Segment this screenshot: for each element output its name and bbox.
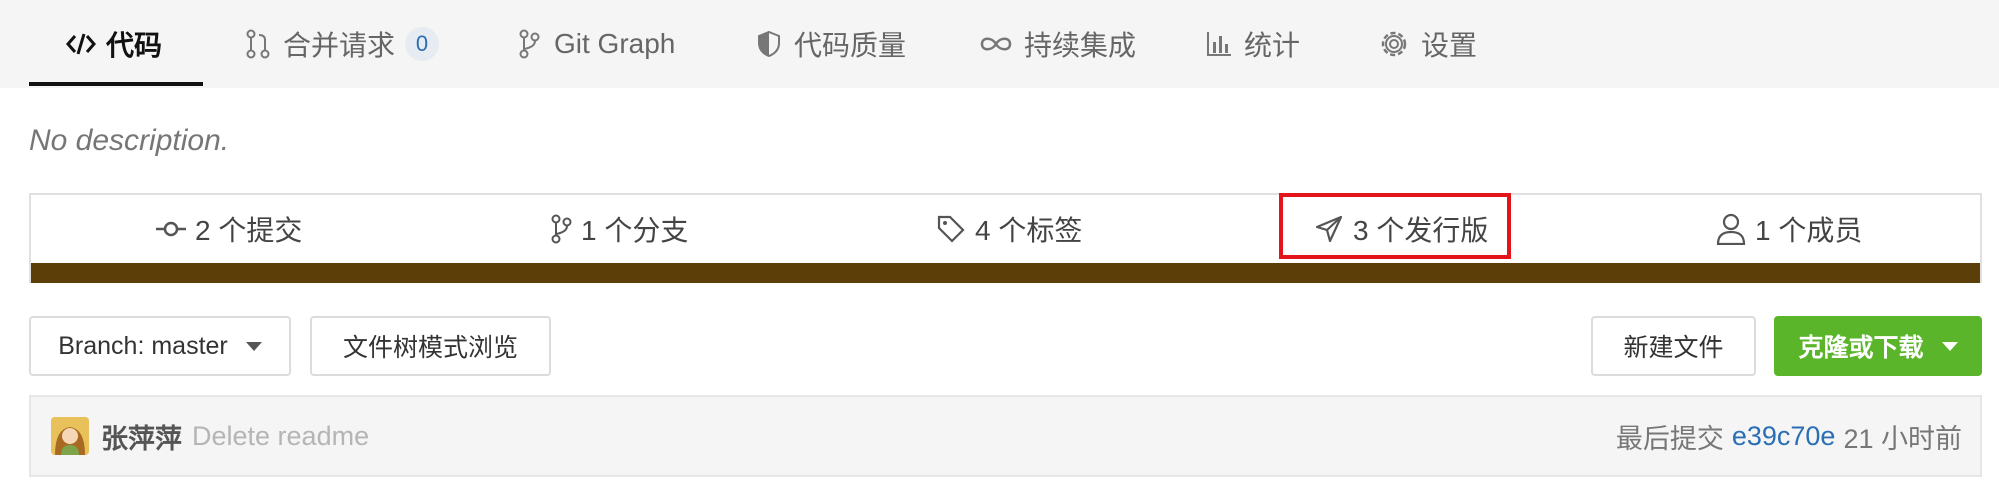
pull-request-icon	[243, 29, 273, 59]
tab-label: Git Graph	[554, 28, 676, 59]
git-branch-icon	[514, 29, 544, 59]
tab-code-quality[interactable]: 代码质量	[754, 0, 906, 88]
releases-highlight-box	[1279, 193, 1511, 259]
commit-time: 21 小时前	[1843, 423, 1962, 454]
chevron-down-icon	[1941, 341, 1958, 351]
commit-meta: 最后提交 e39c70e 21 小时前	[1616, 397, 1962, 475]
tab-settings[interactable]: 设置	[1377, 0, 1477, 88]
user-icon	[1715, 213, 1747, 245]
branch-label: Branch: master	[58, 331, 228, 360]
commit-sha-link[interactable]: e39c70e	[1732, 421, 1836, 452]
branch-icon	[549, 213, 573, 245]
new-file-button[interactable]: 新建文件	[1591, 316, 1756, 376]
tab-label: 持续集成	[1024, 30, 1137, 61]
stat-members[interactable]: 1 个成员	[1715, 195, 1862, 263]
last-commit-label: 最后提交	[1615, 423, 1724, 454]
new-file-label: 新建文件	[1623, 334, 1724, 362]
clone-download-button[interactable]: 克隆或下载	[1774, 316, 1982, 376]
tab-label: 代码质量	[794, 30, 907, 61]
tree-view-label: 文件树模式浏览	[342, 334, 518, 362]
repo-tab-bar: 代码 合并请求 0 Git Graph 代码质量 持续集成 统计 设置	[0, 0, 1999, 88]
repo-description: No description.	[29, 124, 230, 157]
tag-icon	[935, 213, 967, 245]
tab-statistics[interactable]: 统计	[1204, 0, 1300, 88]
stat-label: 1 个成员	[1755, 215, 1863, 246]
tab-label: 设置	[1421, 30, 1478, 61]
tab-merge-requests[interactable]: 合并请求 0	[243, 0, 440, 88]
avatar[interactable]	[51, 417, 89, 455]
code-icon	[66, 29, 96, 59]
stat-label: 4 个标签	[975, 215, 1083, 246]
stat-tags[interactable]: 4 个标签	[935, 195, 1082, 263]
tab-label: 统计	[1244, 30, 1301, 61]
infinity-icon	[978, 29, 1014, 59]
clone-label: 克隆或下载	[1798, 334, 1924, 362]
tab-label: 合并请求	[283, 30, 396, 61]
stat-commits[interactable]: 2 个提交	[155, 195, 302, 263]
stat-label: 2 个提交	[195, 215, 303, 246]
merge-request-count-badge: 0	[405, 27, 440, 61]
chevron-down-icon	[245, 341, 262, 351]
commit-icon	[155, 213, 187, 245]
last-commit-bar: 张萍萍 Delete readme 最后提交 e39c70e 21 小时前	[29, 395, 1982, 477]
gear-icon	[1377, 29, 1411, 59]
language-bar	[31, 263, 1980, 283]
tab-code[interactable]: 代码	[66, 0, 162, 88]
stat-branches[interactable]: 1 个分支	[549, 195, 688, 263]
tree-view-button[interactable]: 文件树模式浏览	[310, 316, 551, 376]
active-tab-indicator	[29, 82, 203, 86]
tab-label: 代码	[106, 30, 163, 61]
stat-label: 1 个分支	[581, 215, 689, 246]
commit-author[interactable]: 张萍萍	[101, 397, 182, 475]
tab-ci[interactable]: 持续集成	[978, 0, 1136, 88]
repo-stats-bar: 2 个提交 1 个分支 4 个标签 3 个发行版 1 个成员	[29, 193, 1982, 283]
shield-icon	[754, 29, 784, 59]
branch-select-button[interactable]: Branch: master	[29, 316, 291, 376]
bar-chart-icon	[1204, 29, 1234, 59]
commit-message[interactable]: Delete readme	[192, 397, 369, 475]
tab-git-graph[interactable]: Git Graph	[514, 0, 675, 88]
